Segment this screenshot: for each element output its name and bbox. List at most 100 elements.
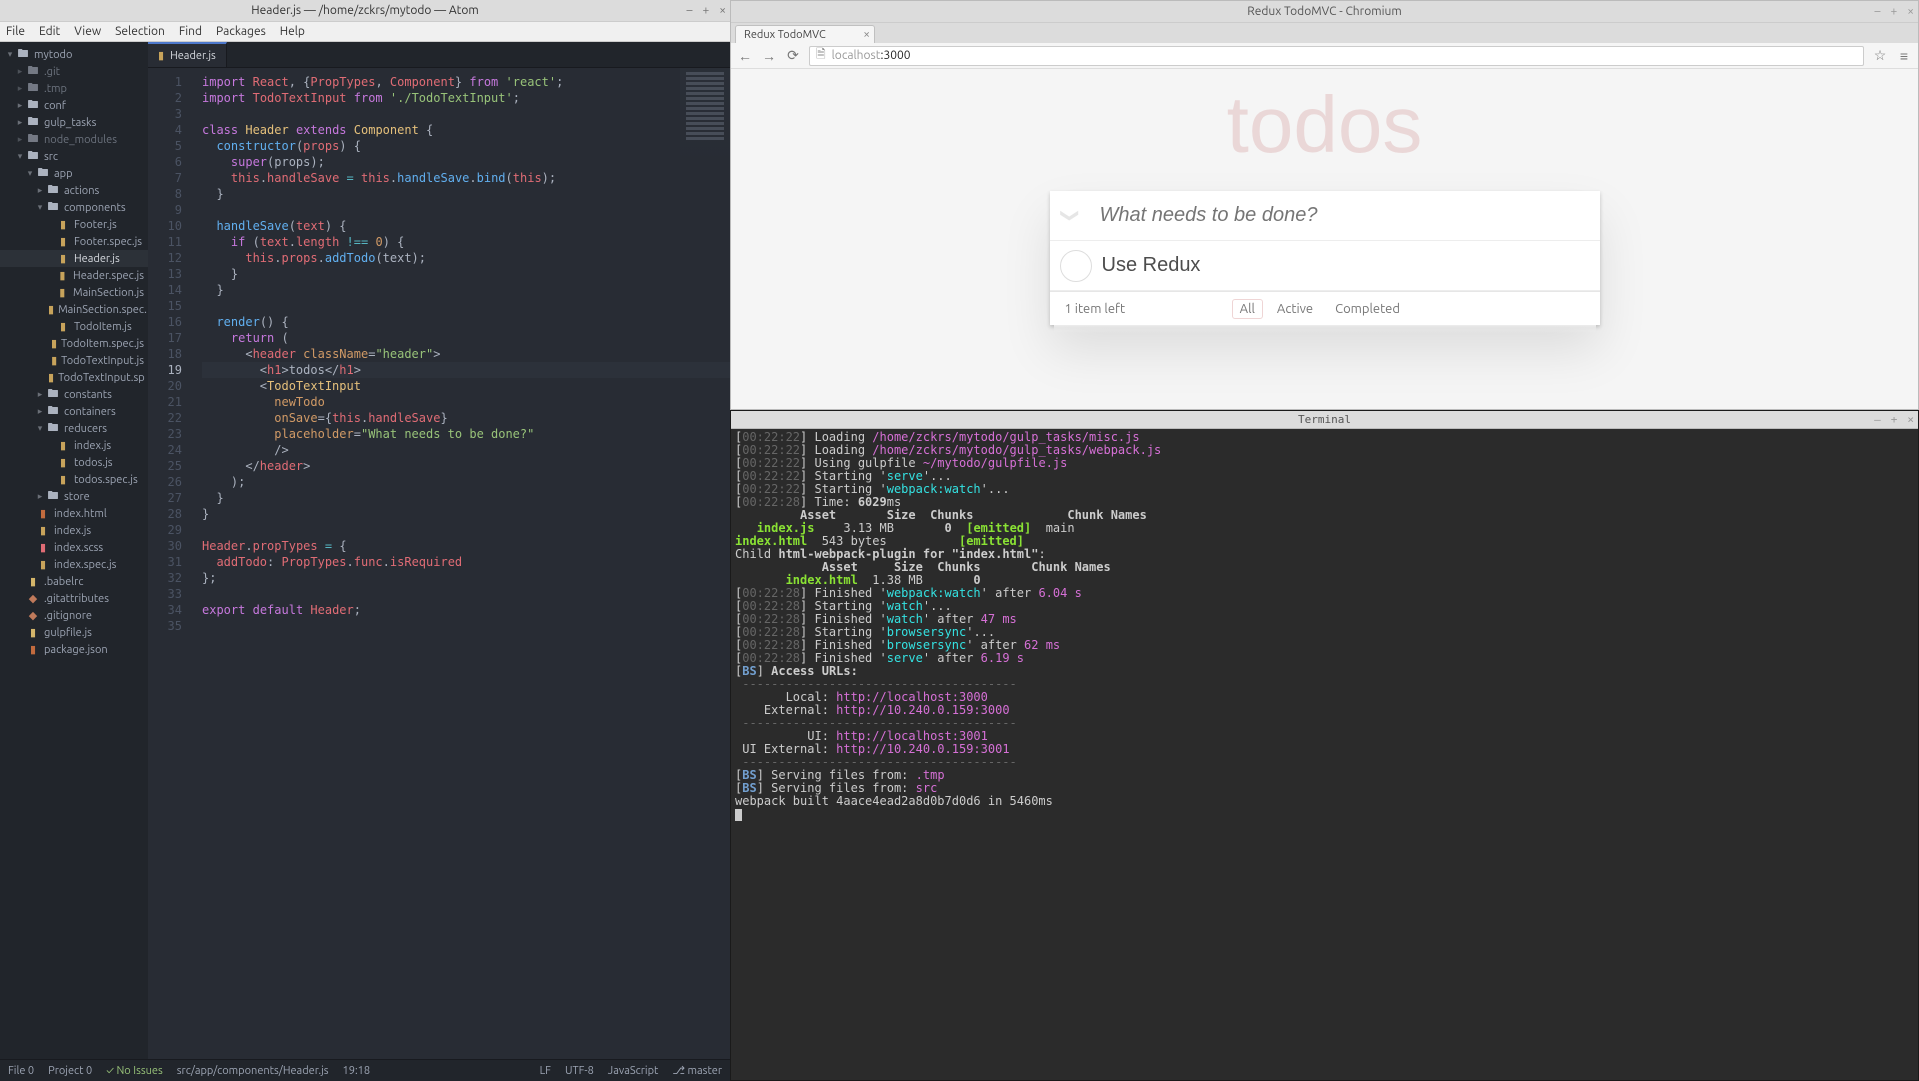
tree-item[interactable]: ▾🖿app: [0, 165, 148, 182]
code-line[interactable]: }: [202, 186, 730, 202]
minimap[interactable]: [680, 68, 730, 188]
code-line[interactable]: return (: [202, 330, 730, 346]
code-line[interactable]: />: [202, 442, 730, 458]
terminal-titlebar[interactable]: Terminal – + ×: [731, 411, 1918, 429]
code-line[interactable]: <TodoTextInput: [202, 378, 730, 394]
tree-item[interactable]: ▮index.js: [0, 437, 148, 454]
minimize-icon[interactable]: –: [1874, 5, 1880, 18]
tree-item[interactable]: ▾🖿reducers: [0, 420, 148, 437]
status-language[interactable]: JavaScript: [608, 1065, 659, 1077]
tree-item[interactable]: ▮TodoItem.js: [0, 318, 148, 335]
atom-titlebar[interactable]: Header.js — /home/zckrs/mytodo — Atom – …: [0, 0, 730, 22]
maximize-icon[interactable]: +: [1891, 413, 1898, 426]
tree-item[interactable]: ▮.babelrc: [0, 573, 148, 590]
tree-item[interactable]: ▾🖿components: [0, 199, 148, 216]
maximize-icon[interactable]: +: [1890, 5, 1897, 18]
menu-edit[interactable]: Edit: [39, 25, 60, 38]
code-line[interactable]: import TodoTextInput from './TodoTextInp…: [202, 90, 730, 106]
filter-active[interactable]: Active: [1269, 299, 1321, 319]
tree-item[interactable]: ▮TodoTextInput.js: [0, 352, 148, 369]
code-line[interactable]: super(props);: [202, 154, 730, 170]
close-icon[interactable]: ×: [1907, 5, 1914, 18]
tree-item[interactable]: ▮gulpfile.js: [0, 624, 148, 641]
editor-tab[interactable]: ▮ Header.js: [148, 42, 227, 67]
code-line[interactable]: }: [202, 506, 730, 522]
maximize-icon[interactable]: +: [702, 4, 709, 17]
file-tree[interactable]: ▾🖿mytodo▸🖿.git▸🖿.tmp▸🖿conf▸🖿gulp_tasks▸🖿…: [0, 42, 148, 1059]
tree-item[interactable]: ▸🖿containers: [0, 403, 148, 420]
tree-item[interactable]: ▮Header.spec.js: [0, 267, 148, 284]
back-icon[interactable]: ←: [737, 48, 753, 64]
code-line[interactable]: <header className="header">: [202, 346, 730, 362]
status-eol[interactable]: LF: [540, 1065, 551, 1077]
tree-item[interactable]: ▮index.spec.js: [0, 556, 148, 573]
status-issues[interactable]: ✓ No Issues: [106, 1065, 163, 1077]
filter-all[interactable]: All: [1232, 299, 1263, 319]
menu-find[interactable]: Find: [179, 25, 202, 38]
tree-item[interactable]: ▮package.json: [0, 641, 148, 658]
todo-label[interactable]: Use Redux: [1102, 254, 1201, 277]
code-line[interactable]: };: [202, 570, 730, 586]
code-line[interactable]: Header.propTypes = {: [202, 538, 730, 554]
tree-item[interactable]: ▮todos.spec.js: [0, 471, 148, 488]
chrome-titlebar[interactable]: Redux TodoMVC - Chromium – + ×: [731, 1, 1918, 23]
code-line[interactable]: constructor(props) {: [202, 138, 730, 154]
tree-item[interactable]: ▮MainSection.spec.: [0, 301, 148, 318]
code-line[interactable]: onSave={this.handleSave}: [202, 410, 730, 426]
tree-item[interactable]: ▸🖿node_modules: [0, 131, 148, 148]
code-line[interactable]: newTodo: [202, 394, 730, 410]
tree-item[interactable]: ▮MainSection.js: [0, 284, 148, 301]
address-bar[interactable]: 🗎 localhost:3000: [809, 46, 1864, 66]
code-line[interactable]: [202, 586, 730, 602]
menu-view[interactable]: View: [74, 25, 101, 38]
code-line[interactable]: [202, 618, 730, 634]
toggle-all-icon[interactable]: ❯: [1059, 196, 1080, 236]
code-area[interactable]: 1234567891011121314151617181920212223242…: [148, 68, 730, 1059]
tree-item[interactable]: ▮TodoTextInput.sp: [0, 369, 148, 386]
menu-packages[interactable]: Packages: [216, 25, 266, 38]
status-position[interactable]: 19:18: [343, 1065, 371, 1077]
menu-file[interactable]: File: [6, 25, 25, 38]
terminal-output[interactable]: [00:22:22] Loading /home/zckrs/mytodo/gu…: [731, 429, 1918, 1080]
code-line[interactable]: addTodo: PropTypes.func.isRequired: [202, 554, 730, 570]
tree-item[interactable]: ◆.gitattributes: [0, 590, 148, 607]
status-encoding[interactable]: UTF-8: [565, 1065, 594, 1077]
status-file[interactable]: File 0: [8, 1065, 34, 1077]
tree-item[interactable]: ▾🖿src: [0, 148, 148, 165]
code-line[interactable]: }: [202, 282, 730, 298]
code-line[interactable]: [202, 106, 730, 122]
tree-item[interactable]: ▮Header.js: [0, 250, 148, 267]
tab-close-icon[interactable]: ×: [863, 28, 870, 41]
tree-item[interactable]: ▮index.scss: [0, 539, 148, 556]
tree-item[interactable]: ▮TodoItem.spec.js: [0, 335, 148, 352]
menu-icon[interactable]: ≡: [1896, 48, 1912, 64]
tree-item[interactable]: ▸🖿constants: [0, 386, 148, 403]
code-line[interactable]: this.handleSave = this.handleSave.bind(t…: [202, 170, 730, 186]
code-line[interactable]: <h1>todos</h1>: [202, 362, 730, 378]
code-line[interactable]: placeholder="What needs to be done?": [202, 426, 730, 442]
tree-item[interactable]: ▮todos.js: [0, 454, 148, 471]
forward-icon[interactable]: →: [761, 48, 777, 64]
code-line[interactable]: }: [202, 490, 730, 506]
browser-tab[interactable]: Redux TodoMVC ×: [735, 25, 875, 43]
code-line[interactable]: export default Header;: [202, 602, 730, 618]
tree-item[interactable]: ▾🖿mytodo: [0, 46, 148, 63]
new-todo-input[interactable]: [1090, 204, 1600, 227]
minimize-icon[interactable]: –: [1874, 413, 1881, 426]
tree-item[interactable]: ▸🖿store: [0, 488, 148, 505]
tree-item[interactable]: ▸🖿actions: [0, 182, 148, 199]
todo-item[interactable]: Use Redux: [1050, 241, 1600, 291]
close-icon[interactable]: ×: [719, 4, 726, 17]
todo-checkbox[interactable]: [1060, 250, 1092, 282]
code-line[interactable]: [202, 522, 730, 538]
code-line[interactable]: import React, {PropTypes, Component} fro…: [202, 74, 730, 90]
tree-item[interactable]: ▸🖿conf: [0, 97, 148, 114]
menu-selection[interactable]: Selection: [115, 25, 165, 38]
code-line[interactable]: handleSave(text) {: [202, 218, 730, 234]
tree-item[interactable]: ▸🖿.git: [0, 63, 148, 80]
close-icon[interactable]: ×: [1907, 413, 1914, 426]
minimize-icon[interactable]: –: [686, 4, 692, 17]
code-line[interactable]: render() {: [202, 314, 730, 330]
tree-item[interactable]: ▮Footer.js: [0, 216, 148, 233]
code-line[interactable]: if (text.length !== 0) {: [202, 234, 730, 250]
